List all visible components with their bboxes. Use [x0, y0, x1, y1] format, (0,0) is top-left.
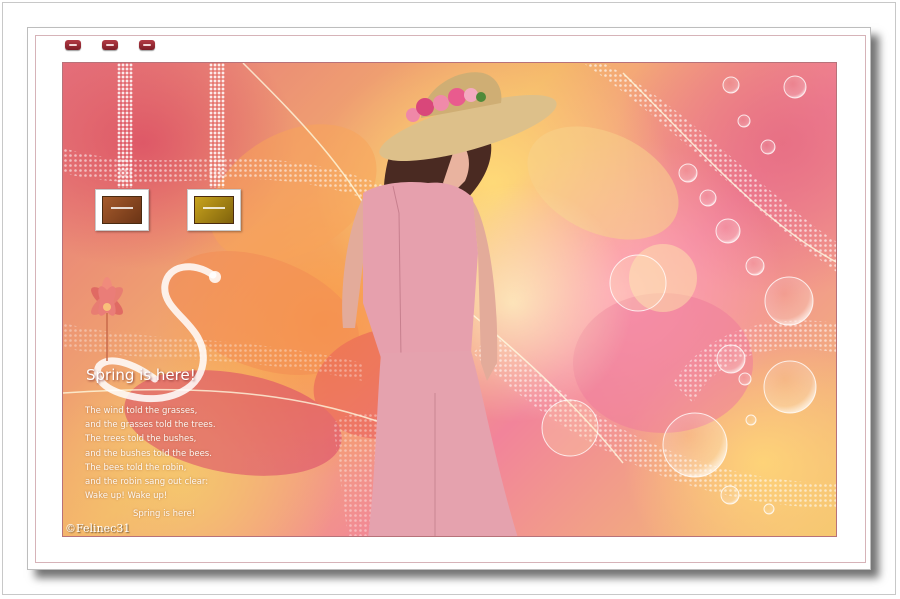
headline: Spring is here! [86, 366, 196, 384]
poem-line: Wake up! Wake up! [85, 491, 168, 502]
poem: The wind told the grasses, and the grass… [85, 404, 216, 503]
artwork-panel: Spring is here! The wind told the grasse… [62, 62, 837, 537]
window-button-1[interactable] [65, 40, 81, 50]
swatch-gold-fill [194, 196, 234, 224]
swatch-copper[interactable] [95, 189, 149, 231]
poem-line: The wind told the grasses, [85, 406, 198, 416]
window-button-2[interactable] [102, 40, 118, 50]
dotted-ribbon-left [117, 63, 133, 188]
poem-line: The bees told the robin, [85, 462, 187, 473]
swatch-copper-fill [102, 196, 142, 224]
swatch-gold[interactable] [187, 189, 241, 231]
dotted-ribbon-right [209, 63, 225, 188]
poem-line: and the robin sang out clear: [85, 477, 209, 488]
window-button-3[interactable] [139, 40, 155, 50]
artist-signature: ©Felinec31 [65, 522, 131, 535]
poem-line: The trees told the bushes, [85, 434, 197, 445]
poem-line: and the grasses told the trees. [85, 420, 216, 431]
poem-line: and the bushes told the bees. [85, 448, 212, 459]
poem-closing-line: Spring is here! [133, 509, 196, 519]
